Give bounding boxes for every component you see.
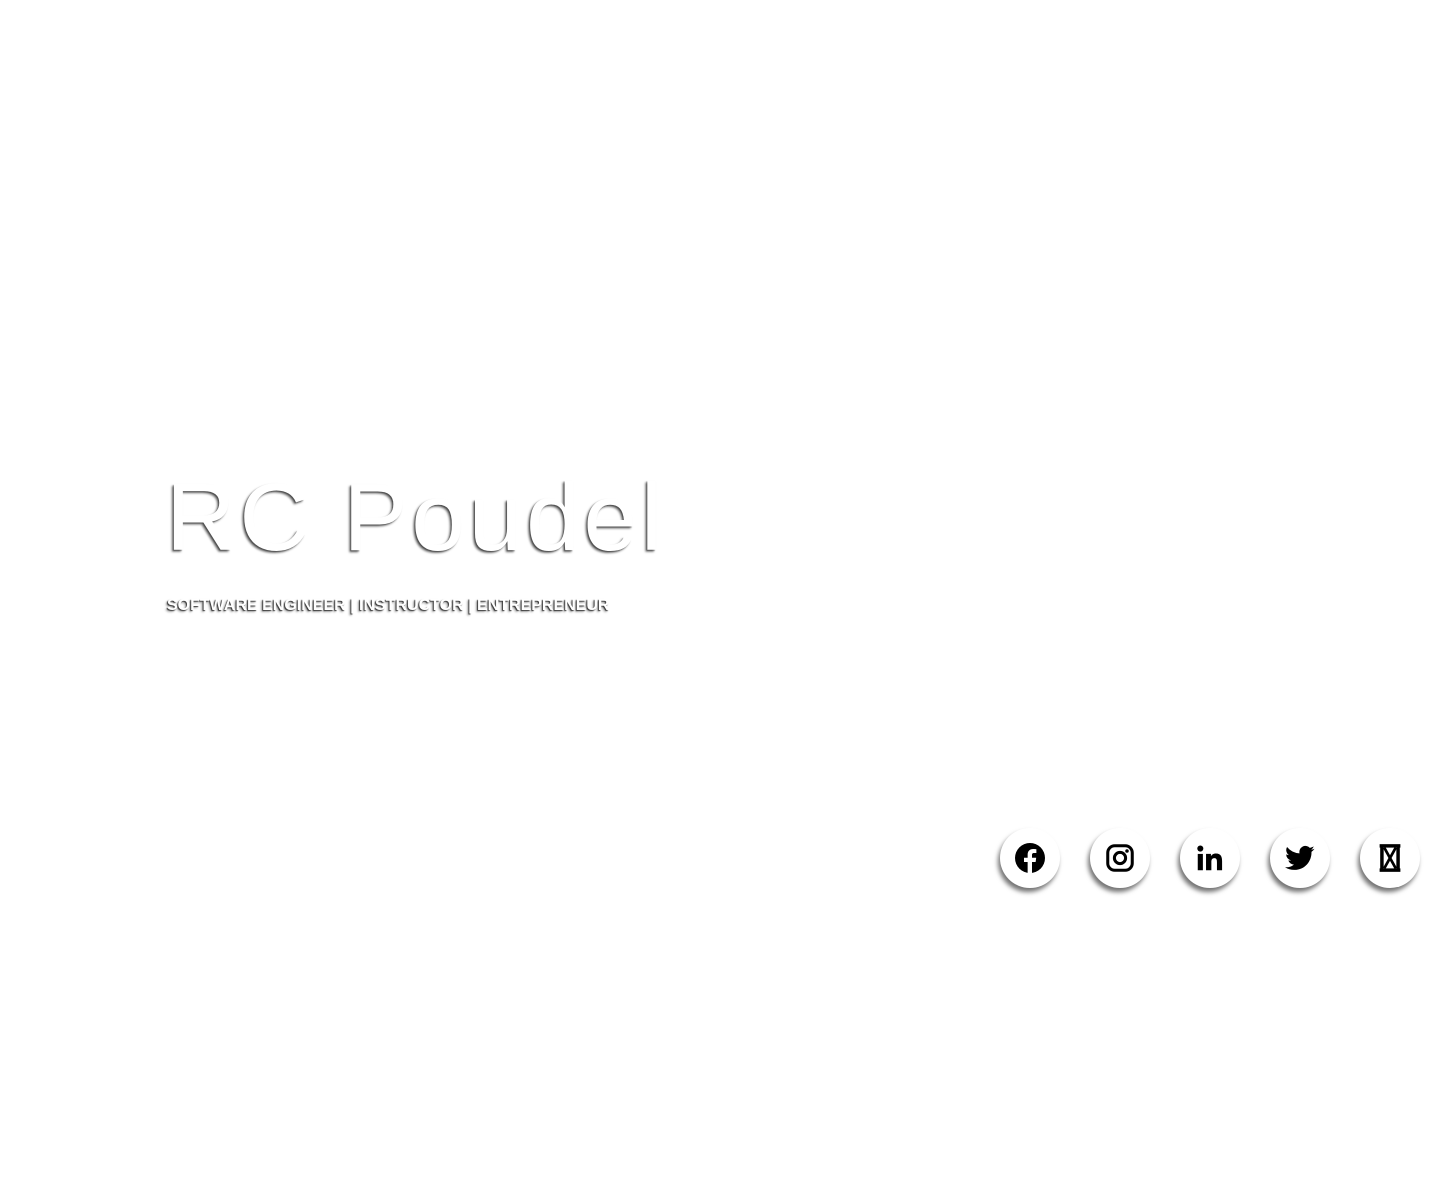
tagline: SOFTWARE ENGINEER | INSTRUCTOR | ENTREPR…	[167, 597, 610, 614]
hourglass-icon	[1378, 843, 1402, 873]
facebook-link[interactable]	[1000, 828, 1060, 888]
hero: RC Poudel SOFTWARE ENGINEER | INSTRUCTOR…	[166, 466, 666, 616]
linkedin-link[interactable]	[1180, 828, 1240, 888]
facebook-icon	[1015, 843, 1045, 873]
twitter-icon	[1285, 843, 1315, 873]
instagram-icon	[1106, 844, 1134, 872]
hourglass-link[interactable]	[1360, 828, 1420, 888]
linkedin-icon	[1196, 844, 1224, 872]
twitter-link[interactable]	[1270, 828, 1330, 888]
social-links	[1000, 828, 1420, 888]
page: RC Poudel SOFTWARE ENGINEER | INSTRUCTOR…	[0, 0, 1440, 1193]
instagram-link[interactable]	[1090, 828, 1150, 888]
page-title: RC Poudel	[166, 464, 667, 571]
